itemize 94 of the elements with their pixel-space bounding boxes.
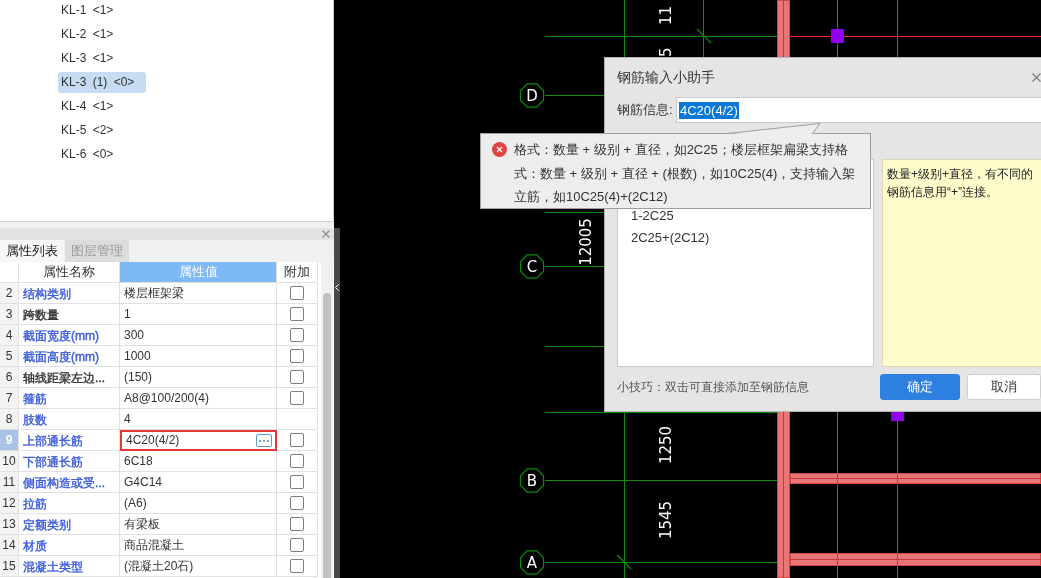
property-name: 混凝土类型 <box>23 558 83 575</box>
checkbox[interactable] <box>290 454 304 468</box>
dimension-tick <box>696 28 712 44</box>
axis-bubble: B <box>519 468 545 493</box>
row-number: 14 <box>0 535 19 556</box>
checkbox[interactable] <box>290 391 304 405</box>
property-value: 300 <box>120 325 277 346</box>
dimension-label: 1545 <box>657 500 675 540</box>
property-value: 4 <box>120 409 277 430</box>
chevron-left-icon[interactable] <box>335 284 339 291</box>
property-value: G4C14 <box>120 472 277 493</box>
row-number: 13 <box>0 514 19 535</box>
property-name: 定额类别 <box>23 516 71 533</box>
property-name: 材质 <box>23 537 47 554</box>
error-icon <box>492 142 507 157</box>
property-value: 有梁板 <box>120 514 277 535</box>
property-name: 截面宽度(mm) <box>23 327 99 344</box>
property-value: (150) <box>120 367 277 388</box>
hint-note: 数量+级别+直径，有不同的钢筋信息用“+”连接。 <box>882 159 1041 367</box>
property-name: 上部通长筋 <box>23 432 83 449</box>
row-number: 6 <box>0 367 19 388</box>
list-item[interactable]: 1-2C25 <box>631 205 674 227</box>
row-number: 8 <box>0 409 19 430</box>
checkbox[interactable] <box>290 538 304 552</box>
axis-bubble: D <box>519 83 545 108</box>
property-name: 结构类别 <box>23 285 71 302</box>
list-item[interactable]: 2C25+(2C12) <box>631 227 710 249</box>
field-label: 钢筋信息: <box>617 101 674 119</box>
checkbox[interactable] <box>290 286 304 300</box>
row-number: 11 <box>0 472 19 493</box>
property-name: 跨数量 <box>23 306 59 323</box>
dialog-title: 钢筋输入小助手 <box>617 68 715 87</box>
property-name: 拉筋 <box>23 495 47 512</box>
column-header: 附加 <box>277 262 318 283</box>
property-name: 箍筋 <box>23 390 47 407</box>
property-name: 轴线距梁左边... <box>23 369 105 386</box>
checkbox[interactable] <box>290 433 304 447</box>
dimension-label: 5 <box>657 47 675 57</box>
close-icon[interactable] <box>322 230 330 238</box>
tree-item[interactable]: KL-1 <1> <box>58 0 126 21</box>
checkbox[interactable] <box>290 517 304 531</box>
property-name: 截面高度(mm) <box>23 348 99 365</box>
property-value: (混凝土20石) <box>120 556 277 577</box>
dimension-label: 12005 <box>577 218 595 266</box>
checkbox[interactable] <box>290 349 304 363</box>
row-number: 12 <box>0 493 19 514</box>
checkbox[interactable] <box>290 475 304 489</box>
axis-bubble: C <box>519 254 545 279</box>
tree-item[interactable]: KL-4 <1> <box>58 96 126 117</box>
cancel-button[interactable]: 取消 <box>967 374 1041 400</box>
tree-item[interactable]: KL-2 <1> <box>58 24 126 45</box>
column-header: 属性值 <box>120 262 277 283</box>
scrollbar[interactable] <box>321 262 333 578</box>
checkbox[interactable] <box>290 496 304 510</box>
grip-square-icon <box>891 412 904 421</box>
row-number: 9 <box>0 430 19 451</box>
tree-item[interactable]: KL-5 <2> <box>58 120 126 141</box>
dimension-label: 1250 <box>657 425 675 465</box>
property-value: A8@100/200(4) <box>120 388 277 409</box>
row-number: 4 <box>0 325 19 346</box>
checkbox[interactable] <box>290 370 304 384</box>
property-name: 下部通长筋 <box>23 453 83 470</box>
property-value: 6C18 <box>120 451 277 472</box>
checkbox[interactable] <box>290 307 304 321</box>
property-name: 侧面构造或受... <box>23 474 105 491</box>
axis-bubble: A <box>519 550 545 575</box>
property-value: (A6) <box>120 493 277 514</box>
row-number: 2 <box>0 283 19 304</box>
row-number: 5 <box>0 346 19 367</box>
row-number: 10 <box>0 451 19 472</box>
row-number: 3 <box>0 304 19 325</box>
row-number: 15 <box>0 556 19 577</box>
close-icon[interactable] <box>1032 73 1041 82</box>
property-value: 商品混凝土 <box>120 535 277 556</box>
value-edit-field[interactable]: 4C20(4/2) <box>120 430 277 451</box>
confirm-button[interactable]: 确定 <box>880 374 960 400</box>
property-name: 肢数 <box>23 411 47 428</box>
checkbox[interactable] <box>290 559 304 573</box>
tree-item[interactable]: KL-6 <0> <box>58 144 126 165</box>
tab[interactable]: 属性列表 <box>0 240 64 262</box>
ellipsis-button[interactable] <box>256 434 272 447</box>
tree-item[interactable]: KL-3 (1) <0> <box>58 72 147 93</box>
tip-text: 小技巧：双击可直接添加至钢筋信息 <box>617 378 810 396</box>
tree-item[interactable]: KL-3 <1> <box>58 48 126 69</box>
property-value: 楼层框架梁 <box>120 283 277 304</box>
dimension-label: 11 <box>657 5 675 25</box>
grip-square-icon <box>831 29 844 43</box>
rebar-info-field[interactable]: 4C20(4/2) <box>676 97 1041 123</box>
checkbox[interactable] <box>290 328 304 342</box>
row-number: 7 <box>0 388 19 409</box>
ellipsis-icon <box>259 439 269 442</box>
property-value: 1000 <box>120 346 277 367</box>
property-value: 1 <box>120 304 277 325</box>
scrollbar-thumb[interactable] <box>323 293 331 578</box>
